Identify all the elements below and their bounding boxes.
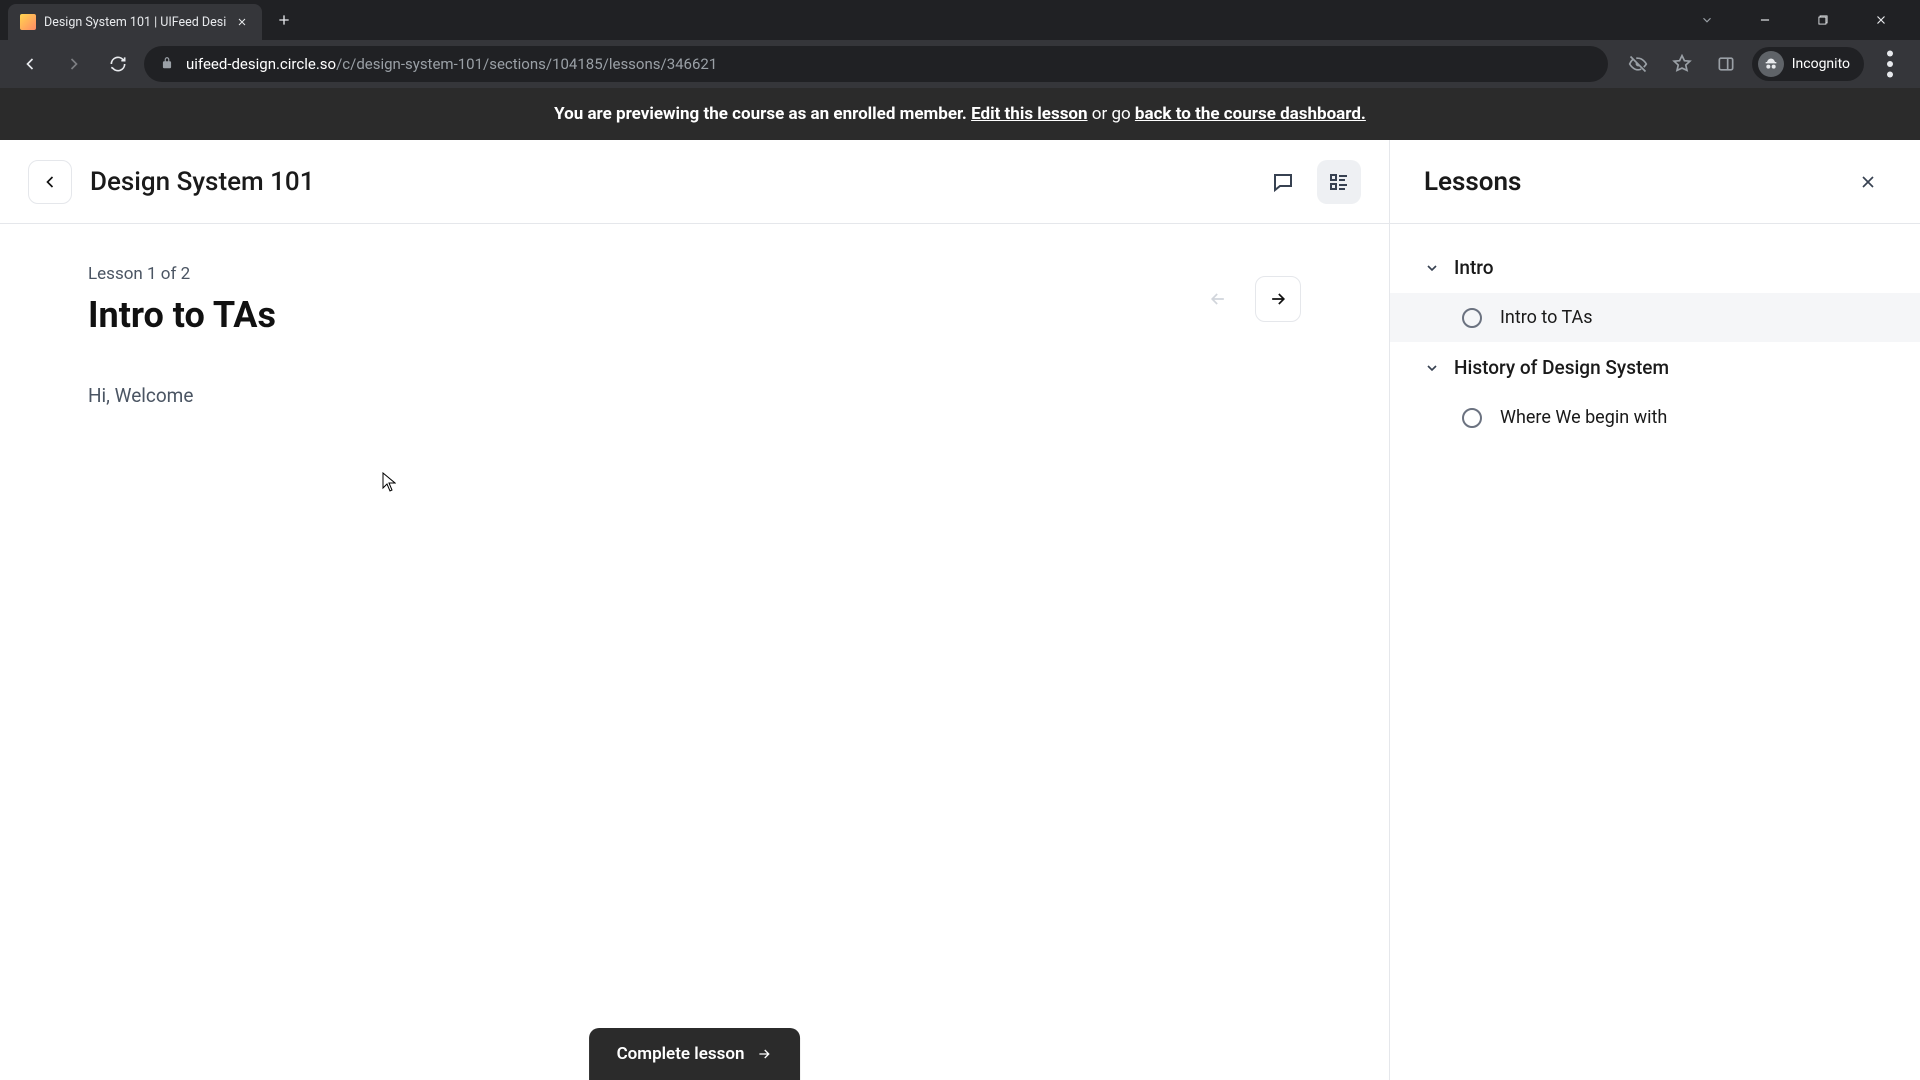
dashboard-link[interactable]: back to the course dashboard. (1135, 104, 1366, 124)
star-icon[interactable] (1664, 46, 1700, 82)
close-tab-icon[interactable] (234, 14, 250, 30)
section-header[interactable]: History of Design System (1390, 342, 1920, 393)
side-panel-icon[interactable] (1708, 46, 1744, 82)
next-lesson-button[interactable] (1255, 276, 1301, 322)
close-window-button[interactable] (1858, 4, 1904, 36)
browser-tab[interactable]: Design System 101 | UIFeed Desi (8, 4, 262, 40)
lesson-name: Intro to TAs (1500, 307, 1593, 328)
reload-button[interactable] (100, 46, 136, 82)
lesson-item[interactable]: Where We begin with (1390, 393, 1920, 442)
browser-back-button[interactable] (12, 46, 48, 82)
section-header[interactable]: Intro (1390, 242, 1920, 293)
sidebar-title: Lessons (1424, 167, 1521, 197)
section-name: History of Design System (1454, 356, 1669, 379)
section-name: Intro (1454, 256, 1494, 279)
preview-text: You are previewing the course as an enro… (554, 104, 971, 124)
lesson-title: Intro to TAs (88, 294, 1171, 336)
tab-search-icon[interactable] (1684, 4, 1730, 36)
chevron-down-icon (1424, 260, 1440, 276)
lessons-panel-button[interactable] (1317, 160, 1361, 204)
maximize-button[interactable] (1800, 4, 1846, 36)
incognito-indicator[interactable]: Incognito (1752, 47, 1864, 81)
lock-icon (160, 55, 174, 74)
lesson-count: Lesson 1 of 2 (88, 264, 1171, 284)
minimize-button[interactable] (1742, 4, 1788, 36)
preview-mid: or go (1092, 104, 1135, 124)
browser-forward-button[interactable] (56, 46, 92, 82)
lesson-status-icon (1462, 308, 1482, 328)
comments-button[interactable] (1261, 160, 1305, 204)
course-title: Design System 101 (90, 167, 314, 197)
chevron-down-icon (1424, 360, 1440, 376)
browser-menu-button[interactable] (1872, 46, 1908, 82)
complete-lesson-label: Complete lesson (617, 1044, 745, 1064)
lesson-status-icon (1462, 408, 1482, 428)
lesson-name: Where We begin with (1500, 407, 1667, 428)
edit-lesson-link[interactable]: Edit this lesson (971, 104, 1087, 124)
course-back-button[interactable] (28, 160, 72, 204)
incognito-icon (1758, 51, 1784, 77)
favicon-icon (20, 14, 36, 30)
complete-lesson-button[interactable]: Complete lesson (589, 1028, 801, 1080)
tab-title: Design System 101 | UIFeed Desi (44, 15, 226, 30)
preview-banner: You are previewing the course as an enro… (0, 88, 1920, 140)
url-text: uifeed-design.circle.so/c/design-system-… (186, 55, 1592, 73)
address-bar[interactable]: uifeed-design.circle.so/c/design-system-… (144, 46, 1608, 82)
close-sidebar-button[interactable] (1850, 164, 1886, 200)
arrow-right-icon (756, 1046, 772, 1062)
lesson-item[interactable]: Intro to TAs (1390, 293, 1920, 342)
lesson-body: Hi, Welcome (88, 384, 1301, 407)
new-tab-button[interactable] (270, 6, 298, 34)
incognito-label: Incognito (1792, 56, 1850, 72)
prev-lesson-button (1195, 276, 1241, 322)
eye-off-icon[interactable] (1620, 46, 1656, 82)
